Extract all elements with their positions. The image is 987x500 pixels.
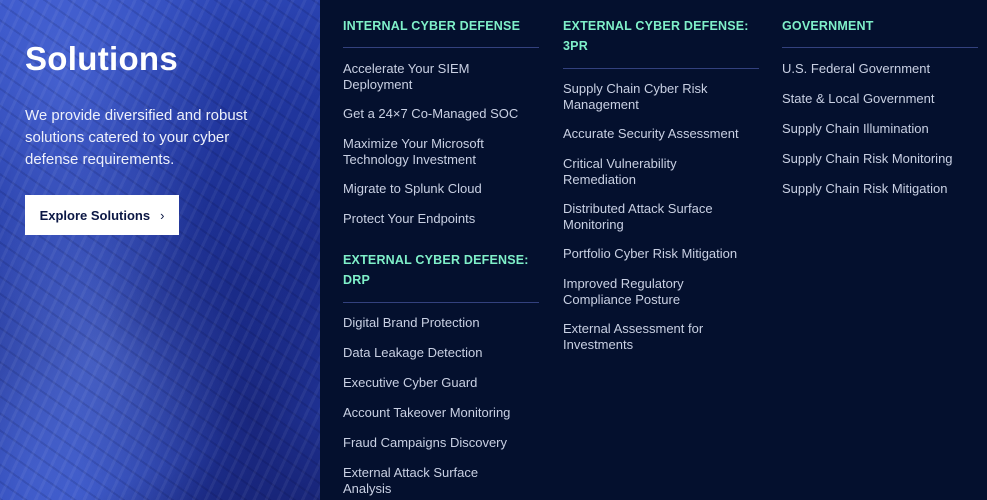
explore-solutions-button[interactable]: Explore Solutions › xyxy=(25,195,179,235)
menu-link-data-leakage[interactable]: Data Leakage Detection xyxy=(343,345,539,361)
menu-link-security-assessment[interactable]: Accurate Security Assessment xyxy=(563,126,759,142)
menu-link-supply-chain-risk-mitigation[interactable]: Supply Chain Risk Mitigation xyxy=(782,181,978,197)
divider xyxy=(563,68,759,69)
hero-title: Solutions xyxy=(25,40,179,77)
chevron-right-icon: › xyxy=(160,207,165,223)
menu-link-executive-guard[interactable]: Executive Cyber Guard xyxy=(343,375,539,391)
menu-link-co-managed-soc[interactable]: Get a 24×7 Co-Managed SOC xyxy=(343,106,539,122)
menu-link-brand-protection[interactable]: Digital Brand Protection xyxy=(343,315,539,331)
menu-link-siem[interactable]: Accelerate Your SIEM Deployment xyxy=(343,61,493,93)
heading-internal-cyber-defense: INTERNAL CYBER DEFENSE xyxy=(343,19,521,33)
divider xyxy=(343,47,539,48)
heading-external-3pr: EXTERNAL CYBER DEFENSE: 3PR xyxy=(563,19,749,53)
menu-link-attack-surface-analysis[interactable]: External Attack Surface Analysis xyxy=(343,465,503,497)
menu-link-supply-chain-risk-monitoring[interactable]: Supply Chain Risk Monitoring xyxy=(782,151,978,167)
menu-link-state-local-government[interactable]: State & Local Government xyxy=(782,91,978,107)
menu-link-distributed-attack-surface[interactable]: Distributed Attack Surface Monitoring xyxy=(563,201,743,233)
menu-link-endpoints[interactable]: Protect Your Endpoints xyxy=(343,211,539,227)
divider xyxy=(343,302,539,303)
menu-link-splunk-cloud[interactable]: Migrate to Splunk Cloud xyxy=(343,181,539,197)
hero-panel: Solutions We provide diversified and rob… xyxy=(0,0,320,500)
hero-description: We provide diversified and robust soluti… xyxy=(25,107,248,168)
menu-link-account-takeover[interactable]: Account Takeover Monitoring xyxy=(343,405,539,421)
heading-external-drp: EXTERNAL CYBER DEFENSE: DRP xyxy=(343,253,529,287)
menu-link-assessment-investments[interactable]: External Assessment for Investments xyxy=(563,321,723,353)
menu-link-microsoft[interactable]: Maximize Your Microsoft Technology Inves… xyxy=(343,136,513,168)
menu-link-fraud-campaigns[interactable]: Fraud Campaigns Discovery xyxy=(343,435,539,451)
menu-link-supply-chain-illumination[interactable]: Supply Chain Illumination xyxy=(782,121,978,137)
heading-government: GOVERNMENT xyxy=(782,19,874,33)
menu-link-vulnerability-remediation[interactable]: Critical Vulnerability Remediation xyxy=(563,156,713,188)
divider xyxy=(782,47,978,48)
menu-link-supply-chain-cyber-risk[interactable]: Supply Chain Cyber Risk Management xyxy=(563,81,733,113)
menu-link-regulatory-compliance[interactable]: Improved Regulatory Compliance Posture xyxy=(563,276,713,308)
menu-link-portfolio-risk[interactable]: Portfolio Cyber Risk Mitigation xyxy=(563,246,759,262)
explore-solutions-label: Explore Solutions xyxy=(39,207,151,223)
menu-link-federal-government[interactable]: U.S. Federal Government xyxy=(782,61,978,77)
